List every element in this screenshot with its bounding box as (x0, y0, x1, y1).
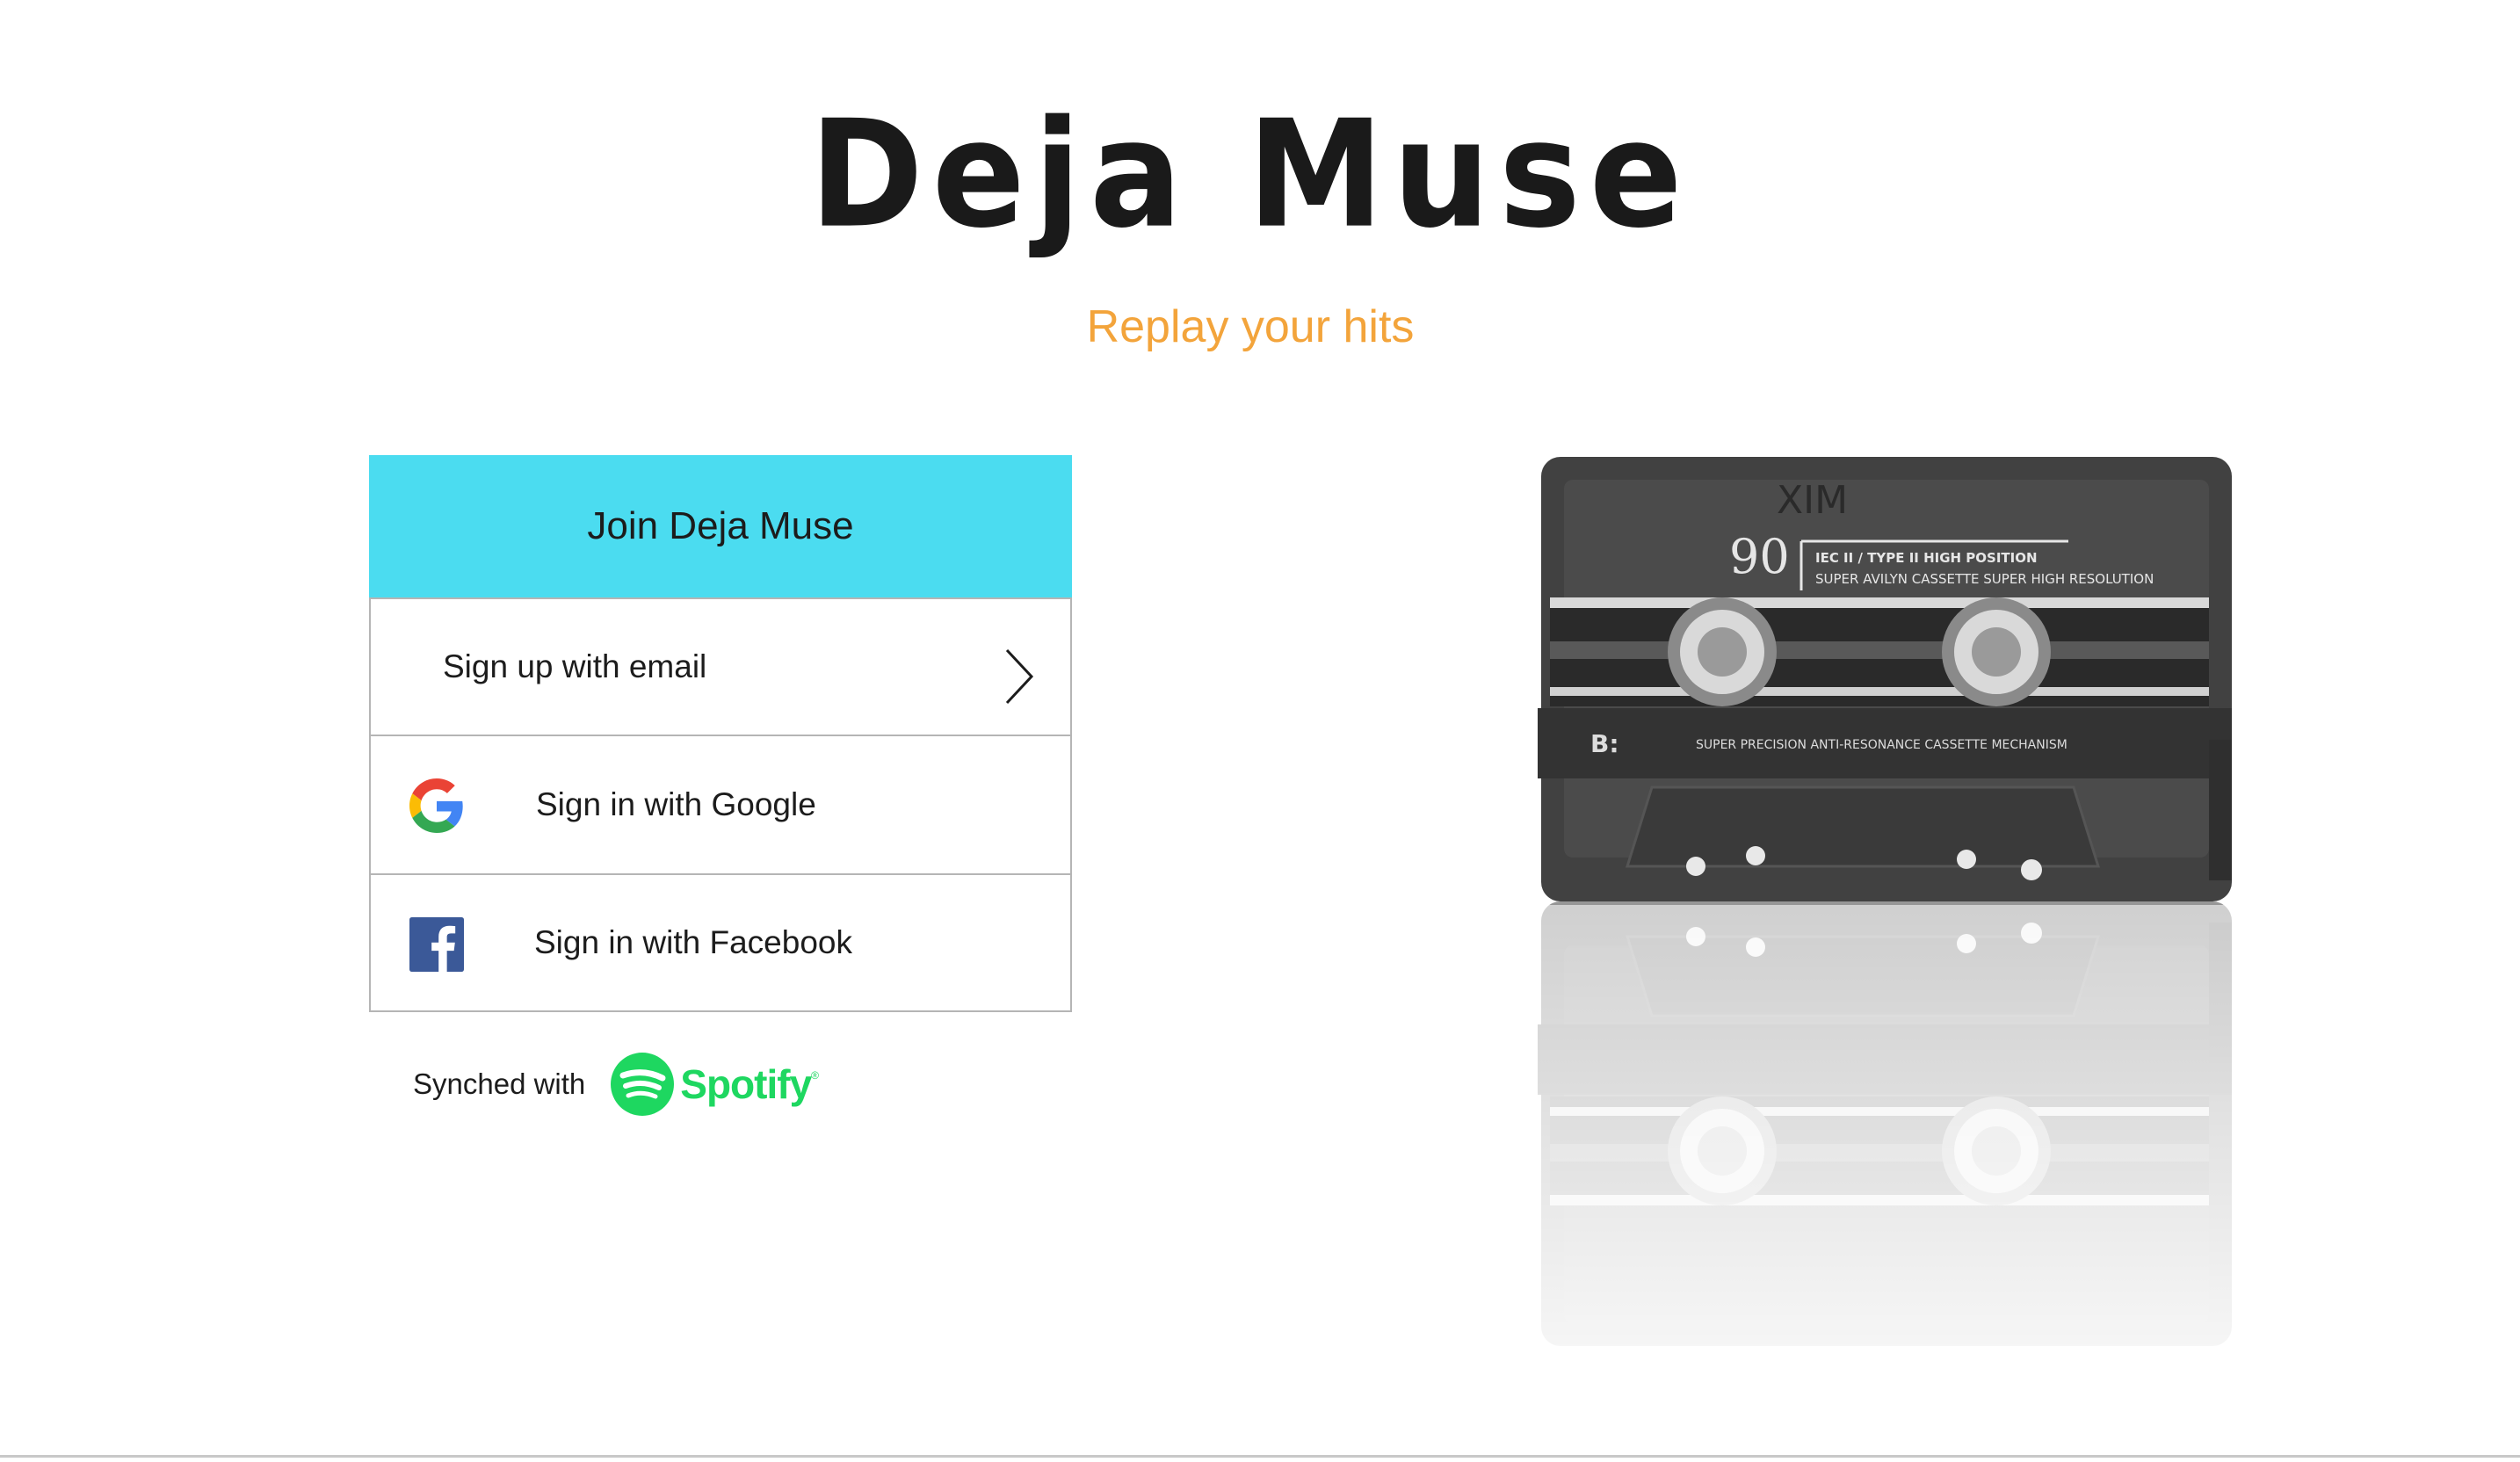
cassette-side: B: (1590, 729, 1619, 758)
email-signup-button[interactable]: Sign up with email (369, 597, 1072, 736)
email-signup-label: Sign up with email (443, 648, 707, 684)
chevron-right-icon (1005, 648, 1034, 705)
spotify-icon (611, 1053, 675, 1116)
facebook-signin-button[interactable]: Sign in with Facebook (369, 875, 1072, 1012)
card-header: Join Deja Muse (369, 455, 1072, 597)
cassette-label-line2: SUPER AVILYN CASSETTE SUPER HIGH RESOLUT… (1815, 571, 2154, 587)
spotify-sync: Synched with Spotify ® (413, 1051, 819, 1118)
cassette-handwriting: XIM (1777, 478, 1848, 523)
google-icon (409, 778, 463, 833)
synched-label: Synched with (413, 1068, 586, 1100)
cassette-image: 90 IEC II / TYPE II HIGH POSITION SUPER … (1529, 453, 2234, 1363)
google-signin-button[interactable]: Sign in with Google (369, 736, 1072, 875)
tagline: Replay your hits (1086, 301, 1415, 352)
facebook-signin-label: Sign in with Facebook (534, 924, 852, 960)
cassette-mechanism: SUPER PRECISION ANTI-RESONANCE CASSETTE … (1696, 738, 2067, 752)
cassette-label-line1: IEC II / TYPE II HIGH POSITION (1815, 550, 2038, 566)
bottom-divider (0, 1455, 2520, 1458)
login-card: Join Deja Muse Sign up with email Sign i… (369, 455, 1072, 1012)
brand-title: Deja Muse (809, 88, 1691, 261)
page: Deja Muse Replay your hits Join Deja Mus… (0, 0, 2520, 1462)
cassette-number: 90 (1729, 529, 1790, 584)
spotify-trademark: ® (811, 1069, 820, 1082)
spotify-logo: Spotify ® (610, 1052, 819, 1117)
cassette-illustration: 90 IEC II / TYPE II HIGH POSITION SUPER … (1529, 455, 2234, 1358)
spotify-wordmark: Spotify (680, 1061, 812, 1107)
facebook-icon (409, 917, 464, 972)
google-signin-label: Sign in with Google (536, 786, 816, 822)
